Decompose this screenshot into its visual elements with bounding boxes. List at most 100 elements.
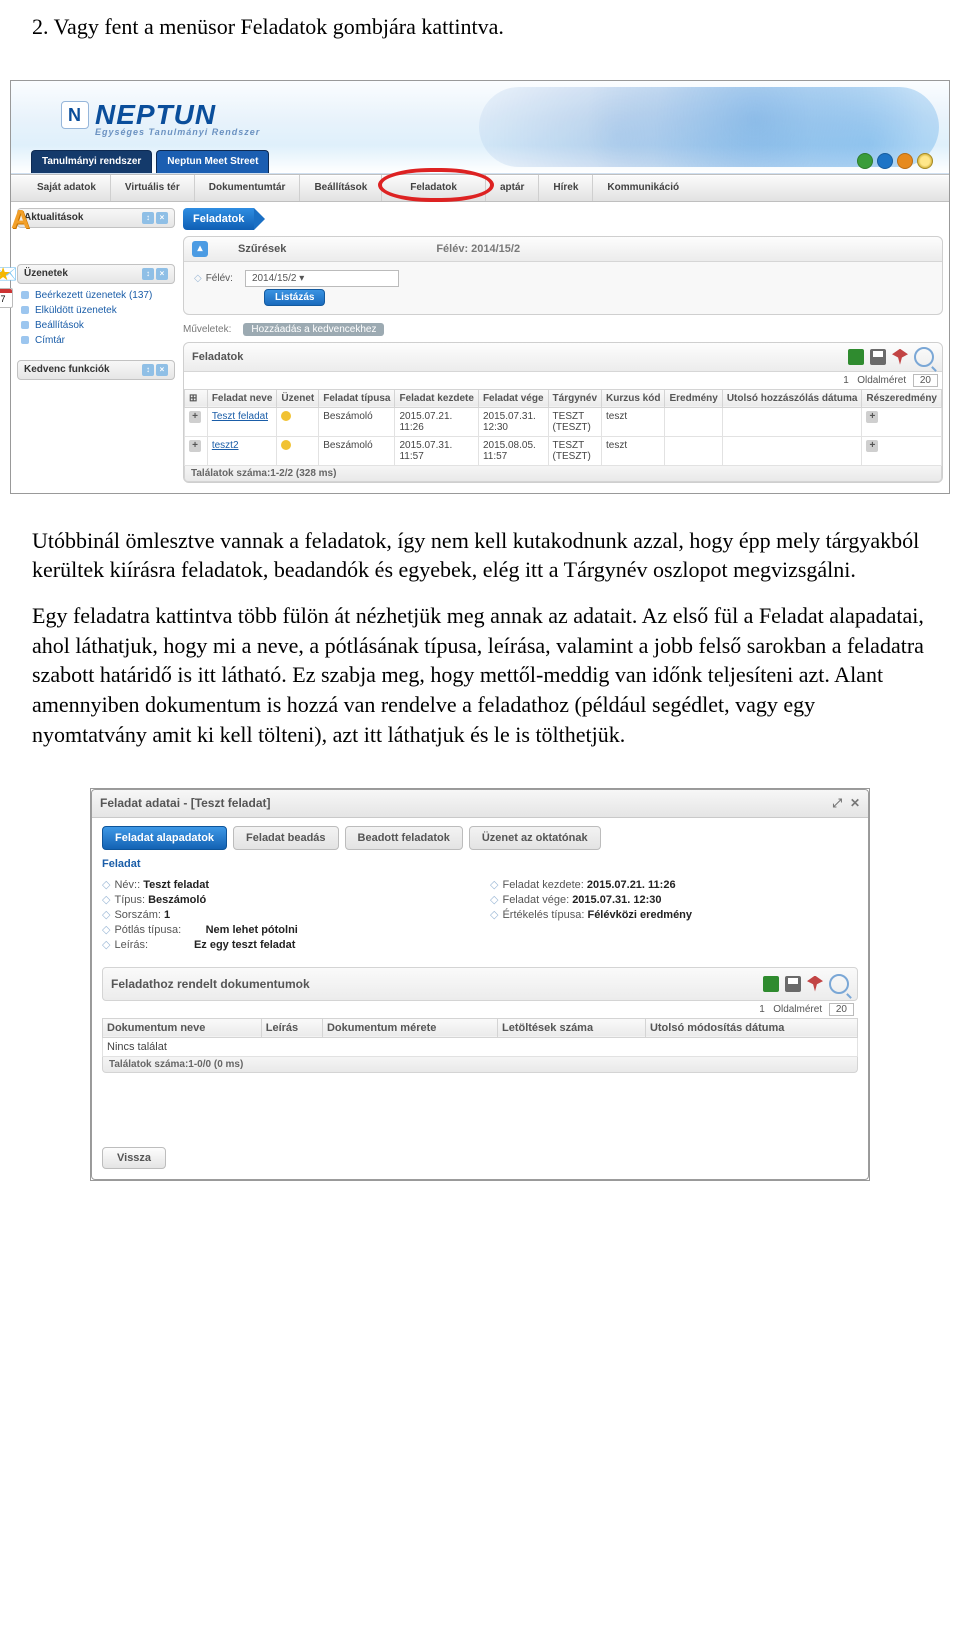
page-indicator: 1 [759, 1004, 765, 1015]
expand-icon[interactable]: + [189, 411, 201, 423]
theme-icon-green[interactable] [857, 153, 873, 169]
fld-name-value: Teszt feladat [143, 879, 209, 891]
print-icon[interactable] [785, 976, 801, 992]
toggle-icon[interactable]: ▴ [192, 241, 208, 257]
task-link[interactable]: teszt2 [212, 440, 239, 451]
cell-subject: TESZT (TESZT) [548, 407, 601, 436]
sidebar-link-contacts[interactable]: Címtár [35, 335, 65, 346]
sidebar-link-settings[interactable]: Beállítások [35, 320, 84, 331]
col-utolso-hozzaszolas[interactable]: Utolsó hozzászólás dátuma [722, 389, 862, 407]
sidebar-link-sent[interactable]: Elküldött üzenetek [35, 305, 117, 316]
sidebar-head-aktualitasok[interactable]: Aktualitások ↕× [17, 208, 175, 228]
tab-uzenet[interactable]: Üzenet az oktatónak [469, 826, 601, 850]
col-targynev[interactable]: Tárgynév [548, 389, 601, 407]
collapse-icon[interactable]: ↕ [142, 364, 154, 376]
col-feladat-tipusa[interactable]: Feladat típusa [319, 389, 395, 407]
collapse-icon[interactable]: ↕ [142, 268, 154, 280]
fld-start-label: Feladat kezdete: [502, 879, 583, 891]
breadcrumb-feladatok: Feladatok [183, 208, 254, 230]
export-xls-icon[interactable] [848, 349, 864, 365]
fld-end-label: Feladat vége: [502, 894, 569, 906]
close-icon[interactable]: ✕ [850, 796, 860, 811]
theme-icon-orange[interactable] [897, 153, 913, 169]
tab-beadas[interactable]: Feladat beadás [233, 826, 338, 850]
cell-type: Beszámoló [319, 407, 395, 436]
toptab-meetstreet[interactable]: Neptun Meet Street [156, 150, 269, 173]
fld-name-label: Név:: [114, 879, 140, 891]
task-detail-dialog: Feladat adatai - [Teszt feladat] ⤢ ✕ Fel… [91, 789, 869, 1180]
col-kurzus-kod[interactable]: Kurzus kód [602, 389, 665, 407]
tab-beadott[interactable]: Beadott feladatok [345, 826, 463, 850]
sidebar-head-kedvenc[interactable]: Kedvenc funkciók ↕× [17, 360, 175, 380]
pin-icon[interactable] [807, 976, 823, 992]
sidebar-link-inbox[interactable]: Beérkezett üzenetek (137) [35, 290, 152, 301]
close-icon[interactable]: × [156, 364, 168, 376]
menu-feladatok[interactable]: Feladatok [381, 175, 485, 201]
fld-potlas-value: Nem lehet pótolni [206, 924, 298, 936]
col-feladat-vege[interactable]: Feladat vége [478, 389, 548, 407]
table-row[interactable]: + Teszt feladat Beszámoló 2015.07.21. 11… [185, 407, 942, 436]
menu-virtualis-ter[interactable]: Virtuális tér [110, 175, 194, 201]
page-size-select[interactable]: 20 [913, 374, 938, 387]
docs-table: Dokumentum neve Leírás Dokumentum mérete… [102, 1018, 858, 1057]
col-expand[interactable]: ⊞ [185, 389, 208, 407]
cell-type: Beszámoló [319, 436, 395, 465]
dialog-title: Feladat adatai - [Teszt feladat] [100, 796, 270, 810]
fld-potlas-label: Pótlás típusa: [114, 924, 181, 936]
back-button[interactable]: Vissza [102, 1147, 166, 1169]
close-icon[interactable]: × [156, 212, 168, 224]
expand-icon[interactable]: ⤢ [832, 796, 842, 811]
cell-start: 2015.07.31. 11:57 [395, 436, 478, 465]
search-icon[interactable] [914, 347, 934, 367]
menu-hirek[interactable]: Hírek [538, 175, 592, 201]
expand-icon[interactable]: + [189, 440, 201, 452]
col-dok-letoltes[interactable]: Letöltések száma [497, 1018, 645, 1037]
page-size-select[interactable]: 20 [829, 1003, 854, 1016]
msg-status-icon [281, 411, 291, 421]
felev-select[interactable]: 2014/15/2 ▾ [245, 270, 399, 287]
search-icon[interactable] [829, 974, 849, 994]
table-row[interactable]: + teszt2 Beszámoló 2015.07.31. 11:57 201… [185, 436, 942, 465]
doc-paragraph-2: Egy feladatra kattintva több fülön át né… [32, 601, 928, 749]
menu-sajat-adatok[interactable]: Saját adatok [23, 175, 110, 201]
row-menu-icon[interactable]: + [866, 411, 878, 423]
print-icon[interactable] [870, 349, 886, 365]
cell-course: teszt [602, 436, 665, 465]
contrast-icon[interactable] [917, 153, 933, 169]
page-indicator: 1 [843, 375, 849, 386]
sidebar-head-uzenetek[interactable]: Üzenetek ↕× [17, 264, 175, 284]
toptab-tanulmanyi[interactable]: Tanulmányi rendszer [31, 150, 152, 173]
star-icon: ★ [0, 264, 11, 285]
task-link[interactable]: Teszt feladat [212, 411, 268, 422]
listazas-button[interactable]: Listázás [264, 289, 325, 306]
menu-kommunikacio[interactable]: Kommunikáció [592, 175, 693, 201]
neptun-brand-sub: Egységes Tanulmányi Rendszer [95, 127, 260, 137]
close-icon[interactable]: × [156, 268, 168, 280]
menu-naptar-cropped[interactable]: aptár [485, 175, 538, 201]
neptun-banner: NNEPTUN Egységes Tanulmányi Rendszer Tan… [11, 81, 949, 174]
add-favorite-link[interactable]: Hozzáadás a kedvencekhez [243, 323, 384, 336]
bullet-icon [21, 306, 29, 314]
doc-paragraph-1: Utóbbinál ömlesztve vannak a feladatok, … [32, 526, 928, 585]
col-dok-meret[interactable]: Dokumentum mérete [322, 1018, 497, 1037]
col-uzenet[interactable]: Üzenet [277, 389, 319, 407]
col-feladat-kezdete[interactable]: Feladat kezdete [395, 389, 478, 407]
export-xls-icon[interactable] [763, 976, 779, 992]
menu-beallitasok[interactable]: Beállítások [299, 175, 381, 201]
col-feladat-neve[interactable]: Feladat neve [207, 389, 277, 407]
main-menu: Saját adatok Virtuális tér Dokumentumtár… [11, 174, 949, 202]
pin-icon[interactable] [892, 349, 908, 365]
col-dok-leiras[interactable]: Leírás [261, 1018, 322, 1037]
docs-results-summary: Találatok száma:1-0/0 (0 ms) [102, 1057, 858, 1073]
doc-heading: 2. Vagy fent a menüsor Feladatok gombjár… [32, 12, 928, 42]
col-eredmeny[interactable]: Eredmény [665, 389, 722, 407]
col-reszeredmeny[interactable]: Részeredmény [862, 389, 942, 407]
collapse-icon[interactable]: ↕ [142, 212, 154, 224]
menu-dokumentumtar[interactable]: Dokumentumtár [194, 175, 300, 201]
sidebar-head-aktualitasok-label: Aktualitások [24, 212, 83, 223]
row-menu-icon[interactable]: + [866, 440, 878, 452]
theme-icon-blue[interactable] [877, 153, 893, 169]
tab-alapadatok[interactable]: Feladat alapadatok [102, 826, 227, 850]
col-dok-modositas[interactable]: Utolsó módosítás dátuma [645, 1018, 857, 1037]
col-dok-neve[interactable]: Dokumentum neve [103, 1018, 262, 1037]
